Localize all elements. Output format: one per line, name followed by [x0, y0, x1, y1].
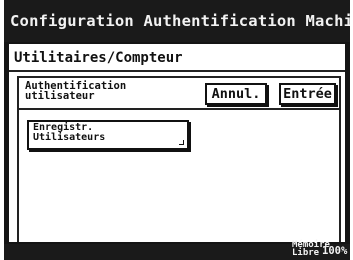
panel-header: Authentification utilisateur Annul. Entr…: [19, 78, 339, 110]
register-label-line2: Utilisateurs: [33, 132, 106, 143]
window-title: Configuration Authentification Machine: [4, 0, 350, 42]
submenu-corner-icon: [179, 140, 184, 145]
enter-button[interactable]: Entrée: [279, 83, 336, 105]
breadcrumb: Utilitaires/Compteur: [9, 44, 345, 72]
panel-title-line2: utilisateur: [25, 90, 95, 102]
register-users-button[interactable]: Enregistr. Utilisateurs: [27, 120, 189, 150]
memory-value: 100%: [322, 245, 348, 257]
auth-panel: Authentification utilisateur Annul. Entr…: [17, 76, 341, 242]
memory-indicator: Mémoire Libre 100%: [292, 241, 348, 258]
lcd-screen: Configuration Authentification Machine U…: [4, 0, 350, 260]
status-bar: Mémoire Libre 100%: [4, 241, 350, 260]
cancel-button[interactable]: Annul.: [205, 83, 267, 105]
main-content: Utilitaires/Compteur Authentification ut…: [9, 44, 345, 242]
panel-title: Authentification utilisateur: [25, 81, 195, 102]
